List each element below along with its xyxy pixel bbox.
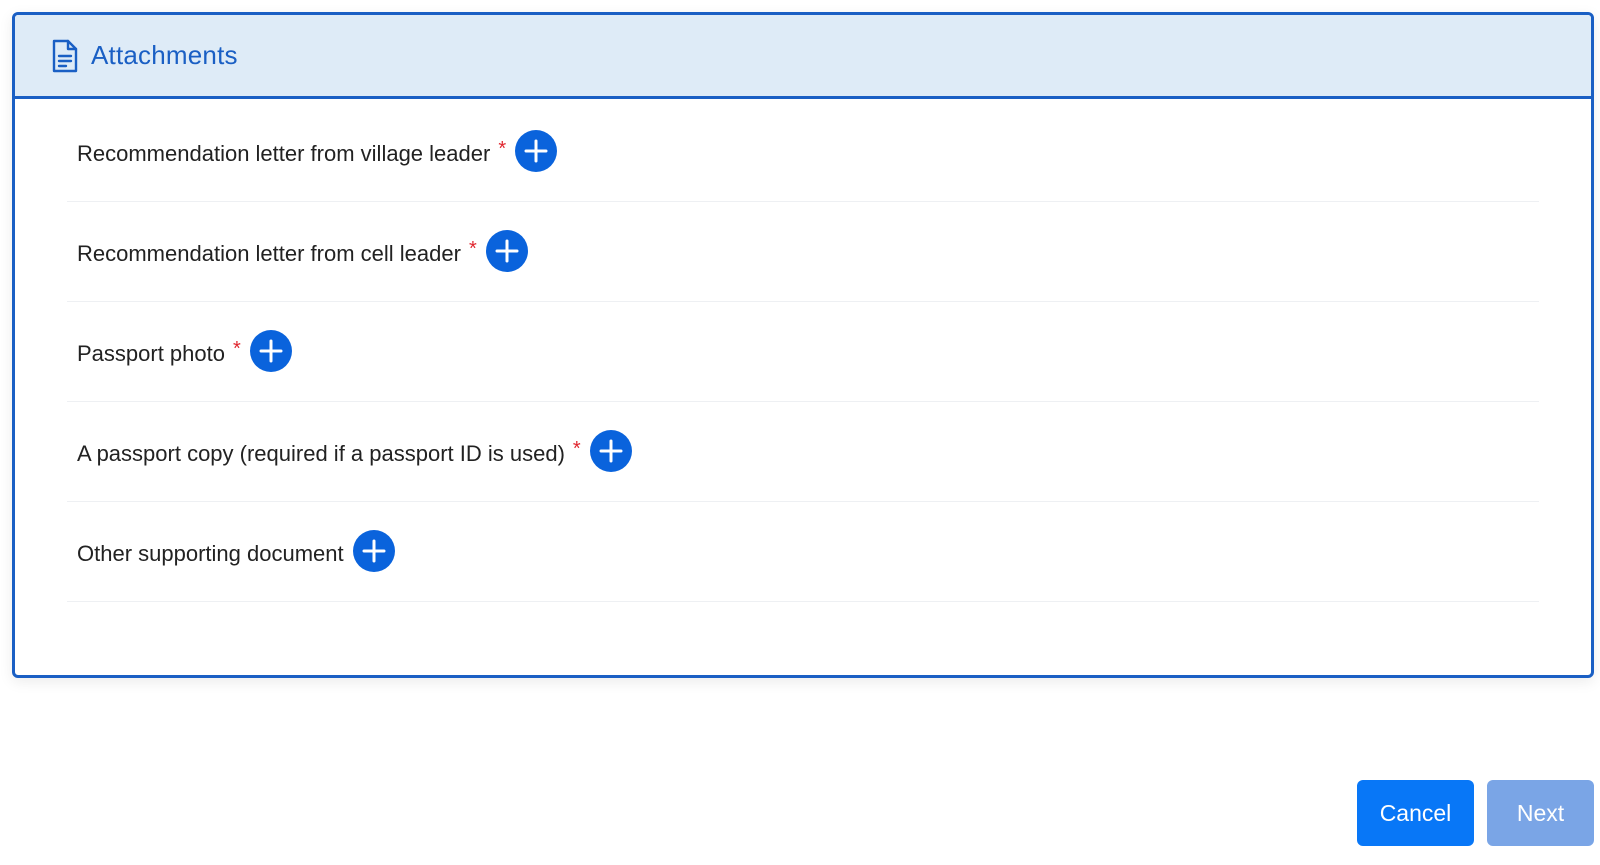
attachment-label: Passport photo (77, 340, 225, 366)
attachment-row: Recommendation letter from cell leader * (67, 202, 1539, 302)
attachment-row: Passport photo * (67, 302, 1539, 402)
plus-icon (362, 539, 386, 562)
attachment-row: A passport copy (required if a passport … (67, 402, 1539, 502)
plus-icon (599, 439, 623, 462)
attachment-row: Recommendation letter from village leade… (67, 102, 1539, 202)
required-indicator: * (232, 338, 241, 360)
plus-icon (495, 239, 519, 262)
add-attachment-button[interactable] (249, 329, 292, 372)
add-attachment-button[interactable] (485, 229, 528, 272)
attachment-label: Recommendation letter from village leade… (77, 140, 491, 166)
attachment-label: A passport copy (required if a passport … (77, 440, 565, 466)
attachments-card: Attachments Recommendation letter from v… (12, 12, 1594, 678)
document-icon (51, 39, 79, 73)
add-attachment-button[interactable] (515, 129, 558, 172)
card-header: Attachments (15, 15, 1591, 99)
plus-icon (524, 139, 548, 162)
plus-icon (259, 339, 283, 362)
required-indicator: * (498, 138, 507, 160)
next-button[interactable]: Next (1487, 780, 1594, 846)
add-attachment-button[interactable] (589, 429, 632, 472)
attachment-label: Recommendation letter from cell leader (77, 240, 461, 266)
attachment-row: Other supporting document (67, 502, 1539, 602)
required-indicator: * (468, 238, 477, 260)
add-attachment-button[interactable] (352, 529, 395, 572)
required-indicator: * (572, 438, 581, 460)
attachment-label: Other supporting document (77, 540, 344, 566)
card-title: Attachments (91, 40, 238, 70)
cancel-button[interactable]: Cancel (1357, 780, 1474, 846)
attachments-list: Recommendation letter from village leade… (67, 102, 1539, 602)
